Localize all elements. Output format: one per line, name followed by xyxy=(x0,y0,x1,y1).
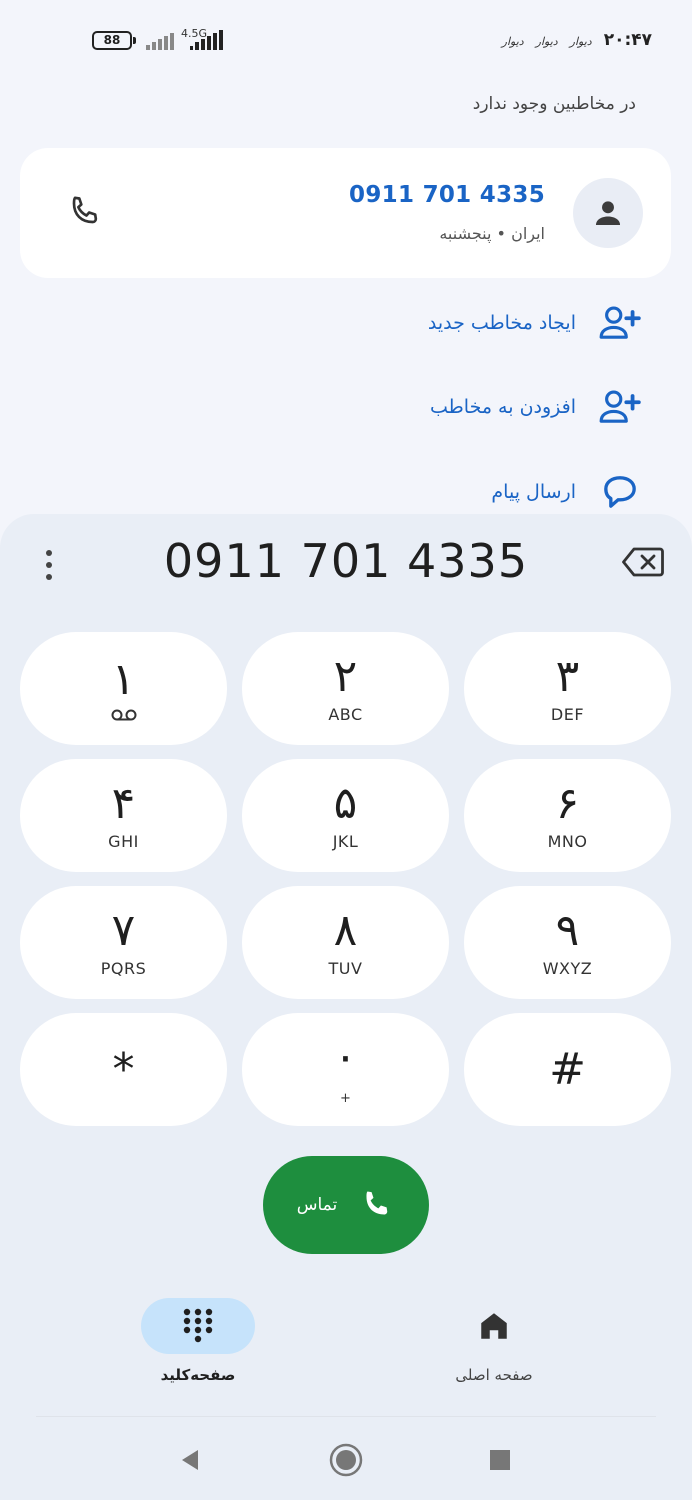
add-to-contact-action[interactable]: افزودن به مخاطب xyxy=(430,382,642,432)
bottom-nav: صفحه‌کلید صفحه اصلی xyxy=(0,1298,692,1408)
person-add-icon xyxy=(598,385,642,429)
system-navigation-bar xyxy=(0,1434,692,1484)
back-icon[interactable] xyxy=(170,1440,210,1480)
key-9[interactable]: ۹ WXYZ xyxy=(464,886,671,999)
create-new-contact-action[interactable]: ایجاد مخاطب جدید xyxy=(428,298,642,348)
key-hash[interactable]: # xyxy=(464,1013,671,1126)
call-button[interactable]: تماس xyxy=(263,1156,429,1254)
result-subtitle: ایران • پنجشنبه xyxy=(439,224,545,243)
keypad: ۱ ۲ ABC ۳ DEF ۴ GHI ۵ JKL ۶ MNO ۷ PQRS ۸… xyxy=(20,632,671,1126)
signal-icon xyxy=(146,30,174,50)
no-contacts-label: در مخاطبین وجود ندارد xyxy=(472,94,636,114)
message-icon xyxy=(598,470,642,514)
key-star[interactable]: * xyxy=(20,1013,227,1126)
backspace-icon[interactable] xyxy=(622,546,664,578)
create-new-contact-label: ایجاد مخاطب جدید xyxy=(427,312,576,334)
key-4[interactable]: ۴ GHI xyxy=(20,759,227,872)
notification-divar-1: دیوار xyxy=(569,35,592,48)
signal-icon-2 xyxy=(190,30,223,50)
notification-divar-3: دیوار xyxy=(501,35,524,48)
clock: ۲۰:۴۷ xyxy=(603,30,652,50)
nav-home-label: صفحه اصلی xyxy=(455,1366,533,1384)
divider xyxy=(36,1416,656,1417)
nav-keypad-pill xyxy=(141,1298,255,1354)
key-8[interactable]: ۸ TUV xyxy=(242,886,449,999)
recents-icon[interactable] xyxy=(480,1440,520,1480)
home-icon xyxy=(481,1313,507,1339)
notification-divar-2: دیوار xyxy=(535,35,558,48)
key-3[interactable]: ۳ DEF xyxy=(464,632,671,745)
avatar xyxy=(573,178,643,248)
nav-home-pill xyxy=(437,1298,551,1354)
key-0[interactable]: ۰ + xyxy=(242,1013,449,1126)
person-icon xyxy=(595,201,621,226)
dialpad-sheet: 0911 701 4335 ۱ ۲ ABC ۳ DEF ۴ GHI ۵ JKL … xyxy=(0,514,692,1500)
result-number: 0911 701 4335 xyxy=(349,182,545,208)
battery-indicator: 88 xyxy=(92,31,136,50)
key-6[interactable]: ۶ MNO xyxy=(464,759,671,872)
add-to-contact-label: افزودن به مخاطب xyxy=(430,396,576,418)
nav-home[interactable]: صفحه اصلی xyxy=(394,1298,594,1384)
nav-keypad-label: صفحه‌کلید xyxy=(160,1366,236,1384)
number-result-card[interactable]: 0911 701 4335 ایران • پنجشنبه xyxy=(20,148,671,278)
status-right: ۲۰:۴۷ دیوار دیوار دیوار xyxy=(502,30,652,50)
dialpad-icon xyxy=(183,1308,213,1343)
key-7[interactable]: ۷ PQRS xyxy=(20,886,227,999)
key-5[interactable]: ۵ JKL xyxy=(242,759,449,872)
dialed-number[interactable]: 0911 701 4335 xyxy=(0,534,692,588)
send-message-action[interactable]: ارسال پیام xyxy=(491,467,642,517)
status-bar: 88 4.5G ۲۰:۴۷ دیوار دیوار دیوار xyxy=(0,24,692,58)
send-message-label: ارسال پیام xyxy=(491,481,576,503)
key-1[interactable]: ۱ xyxy=(20,632,227,745)
voicemail-icon xyxy=(111,709,136,720)
call-button-label: تماس xyxy=(296,1195,338,1215)
person-add-icon xyxy=(598,301,642,345)
phone-icon[interactable] xyxy=(64,192,104,232)
key-2[interactable]: ۲ ABC xyxy=(242,632,449,745)
phone-icon xyxy=(366,1191,388,1215)
home-circle-icon[interactable] xyxy=(326,1440,366,1480)
dialer-screen: 88 4.5G ۲۰:۴۷ دیوار دیوار دیوار در مخاطب… xyxy=(0,0,692,1500)
nav-keypad[interactable]: صفحه‌کلید xyxy=(98,1298,298,1384)
